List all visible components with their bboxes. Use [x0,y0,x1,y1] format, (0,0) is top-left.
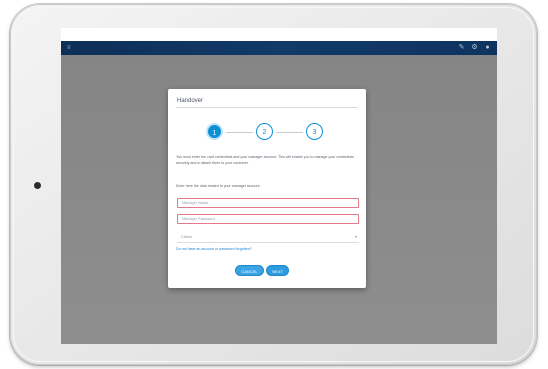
next-button[interactable]: NEXT [266,265,289,276]
step-connector [276,132,303,133]
step-connector [226,132,253,133]
modal-backdrop: Handover 1 2 3 You must enter the card c… [61,55,497,344]
step-indicator: 1 2 3 [206,123,330,143]
help-link[interactable]: Do not have an account or password forgo… [176,247,252,251]
check-select[interactable]: Check ▾ [177,232,359,243]
edit-icon[interactable]: ✎ [458,44,465,51]
home-button[interactable] [34,182,41,189]
title-divider [176,107,358,108]
status-bar [61,28,497,41]
chevron-down-icon: ▾ [354,234,357,239]
app-topbar: ≡ ✎ ⚙ ● [61,41,497,55]
manager-password-input[interactable] [177,214,359,224]
handover-dialog: Handover 1 2 3 You must enter the card c… [168,89,366,288]
topbar-actions: ✎ ⚙ ● [458,44,491,51]
dialog-prompt: Enter here the data related to your mana… [176,184,261,188]
select-value: Check [181,235,192,239]
tablet-screen: ≡ ✎ ⚙ ● Handover 1 2 3 You must enter th… [61,28,497,344]
settings-icon[interactable]: ⚙ [471,44,478,51]
dialog-description: You must enter the card credentials and … [176,155,354,165]
menu-icon[interactable]: ≡ [67,45,73,51]
step-1[interactable]: 1 [206,123,223,140]
step-2[interactable]: 2 [256,123,273,140]
dialog-title: Handover [177,98,204,104]
cancel-button[interactable]: CANCEL [235,265,264,276]
manager-name-input[interactable] [177,198,359,208]
user-icon[interactable]: ● [484,44,491,51]
step-3[interactable]: 3 [306,123,323,140]
